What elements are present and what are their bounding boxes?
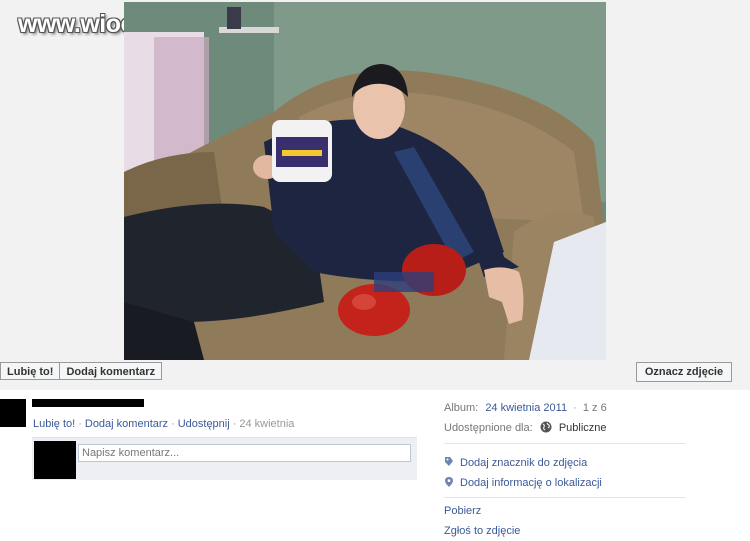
add-location-row[interactable]: Dodaj informację o lokalizacji <box>444 476 602 489</box>
photo-action-buttons: Lubię to! Dodaj komentarz <box>0 362 163 382</box>
like-link[interactable]: Lubię to! <box>33 418 75 430</box>
add-comment-button[interactable]: Dodaj komentarz <box>60 362 163 380</box>
album-link[interactable]: 24 kwietnia 2011 <box>485 402 567 414</box>
shared-row: Udostępnione dla: Publiczne <box>444 421 607 434</box>
tag-photo-button[interactable]: Oznacz zdjęcie <box>636 362 732 382</box>
like-button[interactable]: Lubię to! <box>0 362 61 380</box>
commenter-avatar <box>34 441 76 479</box>
globe-icon[interactable] <box>540 421 552 433</box>
photo[interactable] <box>124 2 606 360</box>
album-row: Album: 24 kwietnia 2011 · 1 z 6 <box>444 402 607 414</box>
album-position: 1 z 6 <box>582 402 607 414</box>
divider <box>444 497 686 498</box>
separator: · <box>171 418 175 430</box>
location-pin-icon <box>445 477 453 487</box>
separator: · <box>232 418 237 430</box>
tag-icon <box>445 457 453 466</box>
comment-input[interactable]: Napisz komentarz... <box>78 444 411 462</box>
author-name-redacted <box>32 399 144 407</box>
separator: · <box>78 418 82 430</box>
post-actions: Lubię to! · Dodaj komentarz · Udostępnij · 24 … <box>33 418 294 430</box>
separator: · <box>573 402 577 414</box>
add-tag-link[interactable]: Dodaj znacznik do zdjęcia <box>460 457 587 469</box>
post-date: 24 kwietnia <box>239 418 295 430</box>
comment-box: Napisz komentarz... <box>32 437 417 480</box>
privacy-value[interactable]: Publiczne <box>559 422 607 434</box>
avatar[interactable] <box>0 399 26 427</box>
divider <box>444 443 686 444</box>
download-row: Pobierz <box>444 505 481 517</box>
album-label: Album: <box>444 402 479 414</box>
comment-link[interactable]: Dodaj komentarz <box>85 418 168 430</box>
add-tag-row[interactable]: Dodaj znacznik do zdjęcia <box>444 456 587 469</box>
report-row: Zgłoś to zdjęcie <box>444 525 520 537</box>
photo-stage: www.wiocha.pl <box>0 0 750 390</box>
share-link[interactable]: Udostępnij <box>178 418 230 430</box>
shared-label: Udostępnione dla: <box>444 422 533 434</box>
add-location-link[interactable]: Dodaj informację o lokalizacji <box>460 477 602 489</box>
photo-image <box>124 2 606 360</box>
report-photo-link[interactable]: Zgłoś to zdjęcie <box>444 525 520 537</box>
download-link[interactable]: Pobierz <box>444 505 481 517</box>
